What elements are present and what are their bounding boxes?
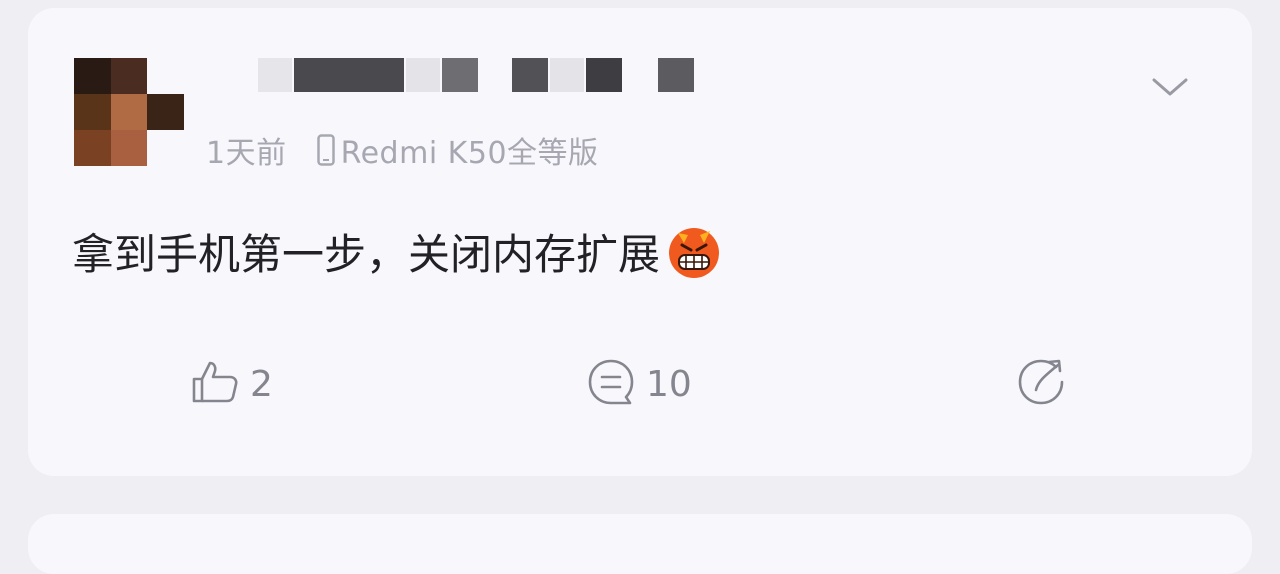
post-device[interactable]: Redmi K50全等版 [341, 128, 599, 172]
angry-emoji-icon [664, 221, 724, 281]
post-meta: 1天前 Redmi K50全等版 [206, 128, 599, 172]
phone-icon [316, 134, 335, 166]
chevron-down-icon[interactable] [1150, 70, 1190, 104]
avatar[interactable] [74, 58, 184, 166]
like-button[interactable]: 2 [190, 354, 273, 414]
comment-count: 10 [646, 363, 692, 405]
comment-icon [586, 357, 636, 411]
like-count: 2 [250, 363, 273, 405]
next-post-card [28, 514, 1252, 574]
like-icon [190, 359, 240, 409]
post-time: 1天前 [206, 136, 287, 171]
post-content: 拿到手机第一步，关闭内存扩展 [72, 218, 724, 284]
share-button[interactable] [1016, 354, 1068, 414]
username-redacted[interactable] [258, 58, 698, 92]
comment-button[interactable]: 10 [586, 354, 692, 414]
share-icon [1016, 357, 1068, 411]
post-text: 拿到手机第一步，关闭内存扩展 [72, 229, 661, 279]
